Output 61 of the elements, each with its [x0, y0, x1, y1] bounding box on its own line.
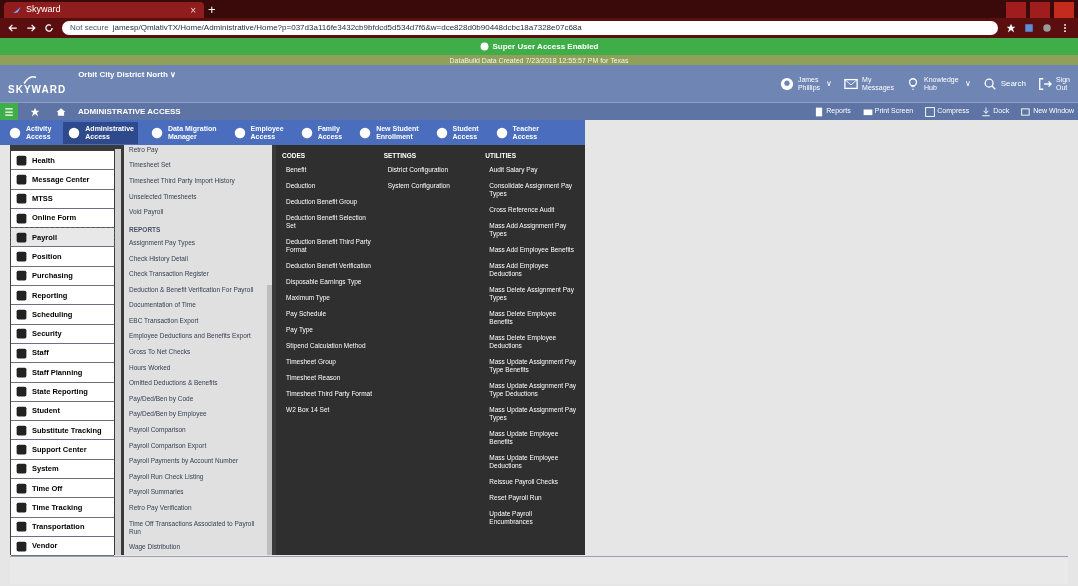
home-icon — [56, 106, 66, 117]
district-selector[interactable]: Orbit City District North ∨ — [78, 69, 177, 81]
star-icon — [30, 106, 40, 117]
module-icon — [15, 443, 28, 457]
circle-icon — [67, 125, 82, 140]
lightbulb-icon — [906, 76, 920, 91]
module-icon — [15, 501, 28, 514]
circle-icon — [149, 125, 164, 140]
search-icon — [982, 76, 997, 91]
module-icon — [15, 269, 28, 283]
circle-icon — [434, 125, 449, 140]
profile-icon — [1042, 23, 1052, 33]
download-icon — [981, 106, 992, 117]
banner-title: Super User Access Enabled — [492, 40, 599, 53]
module-icon — [15, 250, 28, 264]
extension-icon — [1024, 23, 1034, 33]
window-icon — [1021, 106, 1032, 117]
circle-icon — [358, 125, 373, 140]
bird-icon — [12, 5, 22, 15]
circle-icon — [494, 125, 509, 140]
security-label: Not secure — [70, 22, 109, 34]
close-tab-button[interactable]: × — [190, 2, 196, 18]
module-icon — [15, 404, 28, 418]
back-icon — [8, 23, 18, 33]
forward-icon — [26, 23, 36, 33]
avatar-icon — [779, 76, 794, 91]
logo-text: SKYWARD — [8, 84, 67, 95]
address-bar[interactable]: Not secure jamesp/QmlativTX/Home/Administrative/Home?p=037d3a116fe3432cb9bfdcd5d534d7f6&w=dce828d0b90448dcbc18a7328e07c68a — [62, 21, 998, 35]
circle-icon — [299, 125, 314, 140]
module-icon — [15, 346, 28, 360]
module-icon — [15, 172, 28, 186]
exit-arrow-icon — [1038, 76, 1052, 91]
module-icon — [15, 192, 28, 206]
module-icon — [15, 462, 28, 476]
module-icon — [15, 230, 28, 244]
module-icon — [15, 520, 28, 534]
circle-icon — [232, 125, 247, 140]
page-title: ADMINISTRATIVE ACCESS — [78, 105, 181, 118]
reload-icon — [44, 23, 54, 33]
mail-icon — [844, 76, 859, 91]
tab-title: Skyward — [26, 3, 62, 17]
star-icon — [1006, 23, 1016, 33]
module-icon — [15, 539, 28, 553]
module-icon — [15, 153, 28, 167]
module-icon — [15, 423, 28, 437]
module-icon — [15, 211, 28, 225]
module-icon — [15, 288, 28, 302]
menu-button[interactable] — [0, 102, 18, 121]
browser-tab[interactable]: Skyward × — [4, 2, 204, 18]
url-text: jamesp/QmlativTX/Home/Administrative/Home?p=037d3a116fe3432cb9bfdcd5d534d7f6&w=dce828d0b90448dcbc18a7328e07c68a — [112, 22, 582, 34]
circle-icon — [8, 125, 22, 140]
menu-icon — [4, 106, 14, 117]
document-icon — [814, 106, 825, 117]
new-tab-button[interactable]: + — [208, 3, 216, 16]
module-icon — [15, 365, 28, 379]
module-icon — [15, 327, 28, 341]
frame-icon — [925, 106, 936, 117]
search-button[interactable]: Search — [982, 76, 1026, 91]
module-icon — [15, 308, 28, 321]
module-icon — [15, 481, 28, 495]
module-icon — [15, 385, 28, 399]
